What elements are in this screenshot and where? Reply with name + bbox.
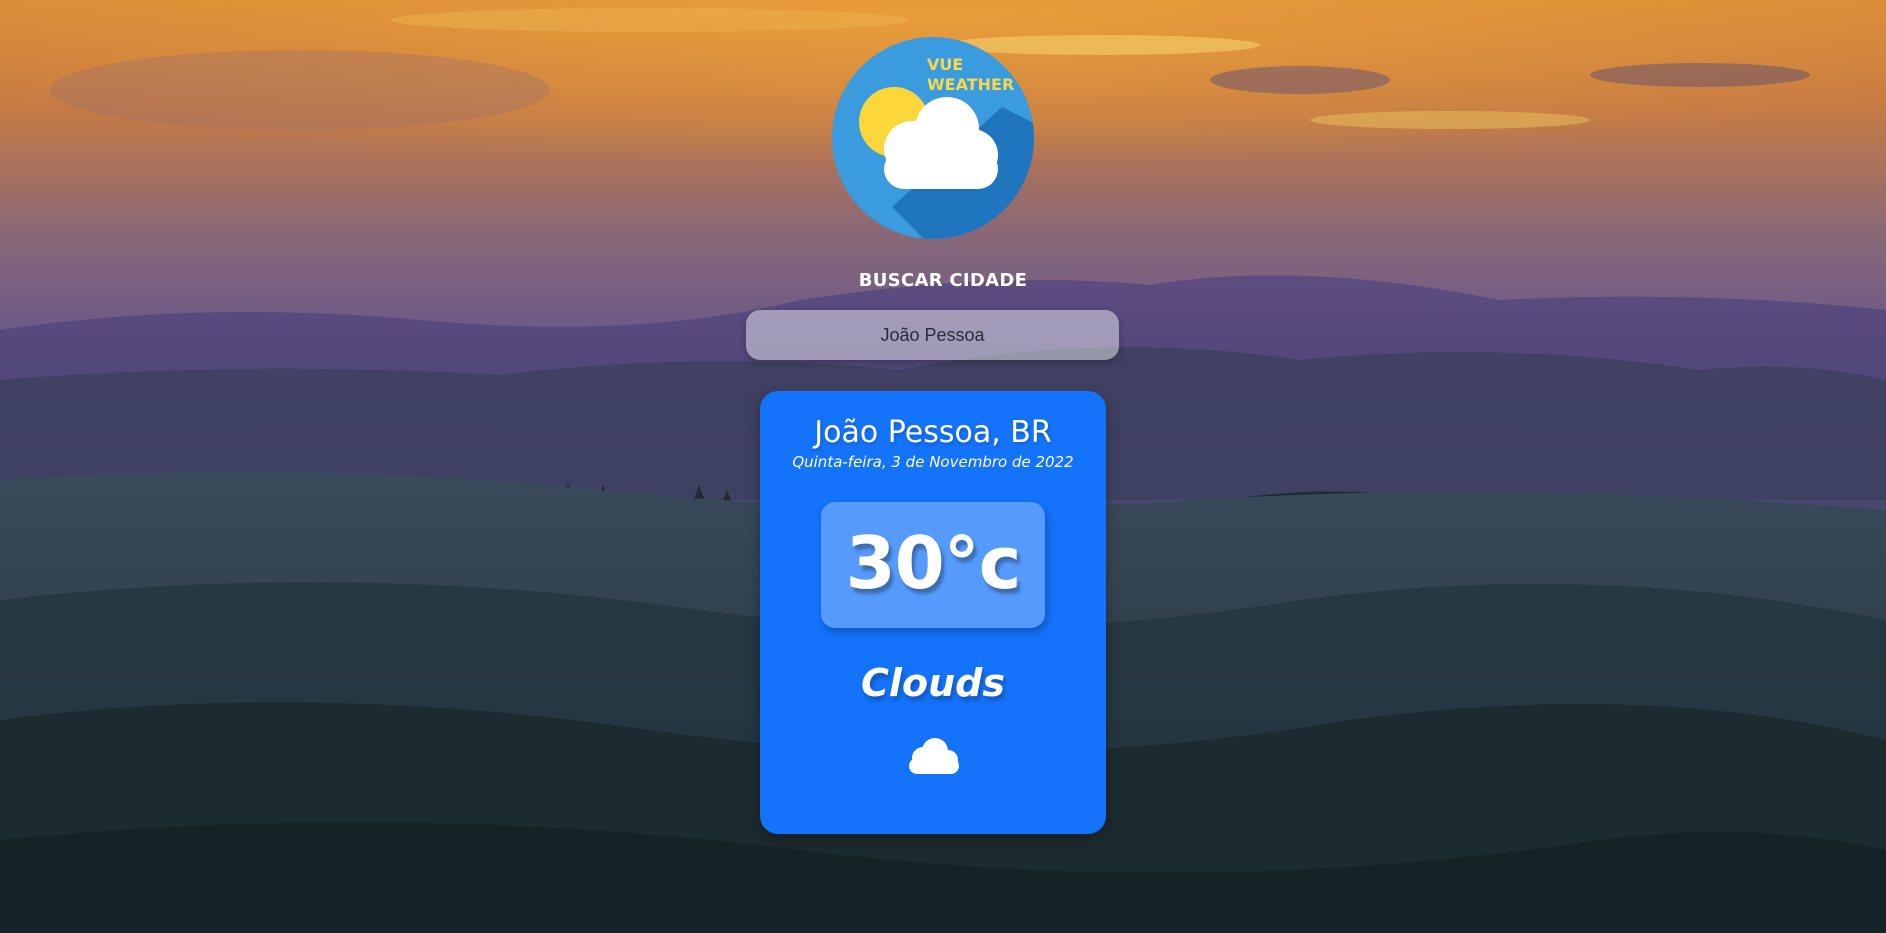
temperature-value: 30°c — [845, 521, 1022, 605]
logo-text-line1: VUE — [927, 55, 964, 74]
city-name: João Pessoa, BR — [814, 415, 1052, 450]
logo-text-line2: WEATHER — [927, 75, 1015, 94]
weather-condition: Clouds — [861, 661, 1005, 705]
weather-card: João Pessoa, BR Quinta-feira, 3 de Novem… — [760, 391, 1106, 834]
app-container: VUE WEATHER BUSCAR CIDADE João Pessoa, B… — [0, 0, 1886, 933]
vue-weather-logo: VUE WEATHER — [832, 37, 1034, 239]
city-search-input[interactable] — [746, 310, 1119, 360]
temperature-box: 30°c — [821, 502, 1045, 628]
weather-date: Quinta-feira, 3 de Novembro de 2022 — [792, 453, 1074, 471]
cloud-icon — [903, 736, 965, 776]
search-label: BUSCAR CIDADE — [858, 270, 1028, 291]
